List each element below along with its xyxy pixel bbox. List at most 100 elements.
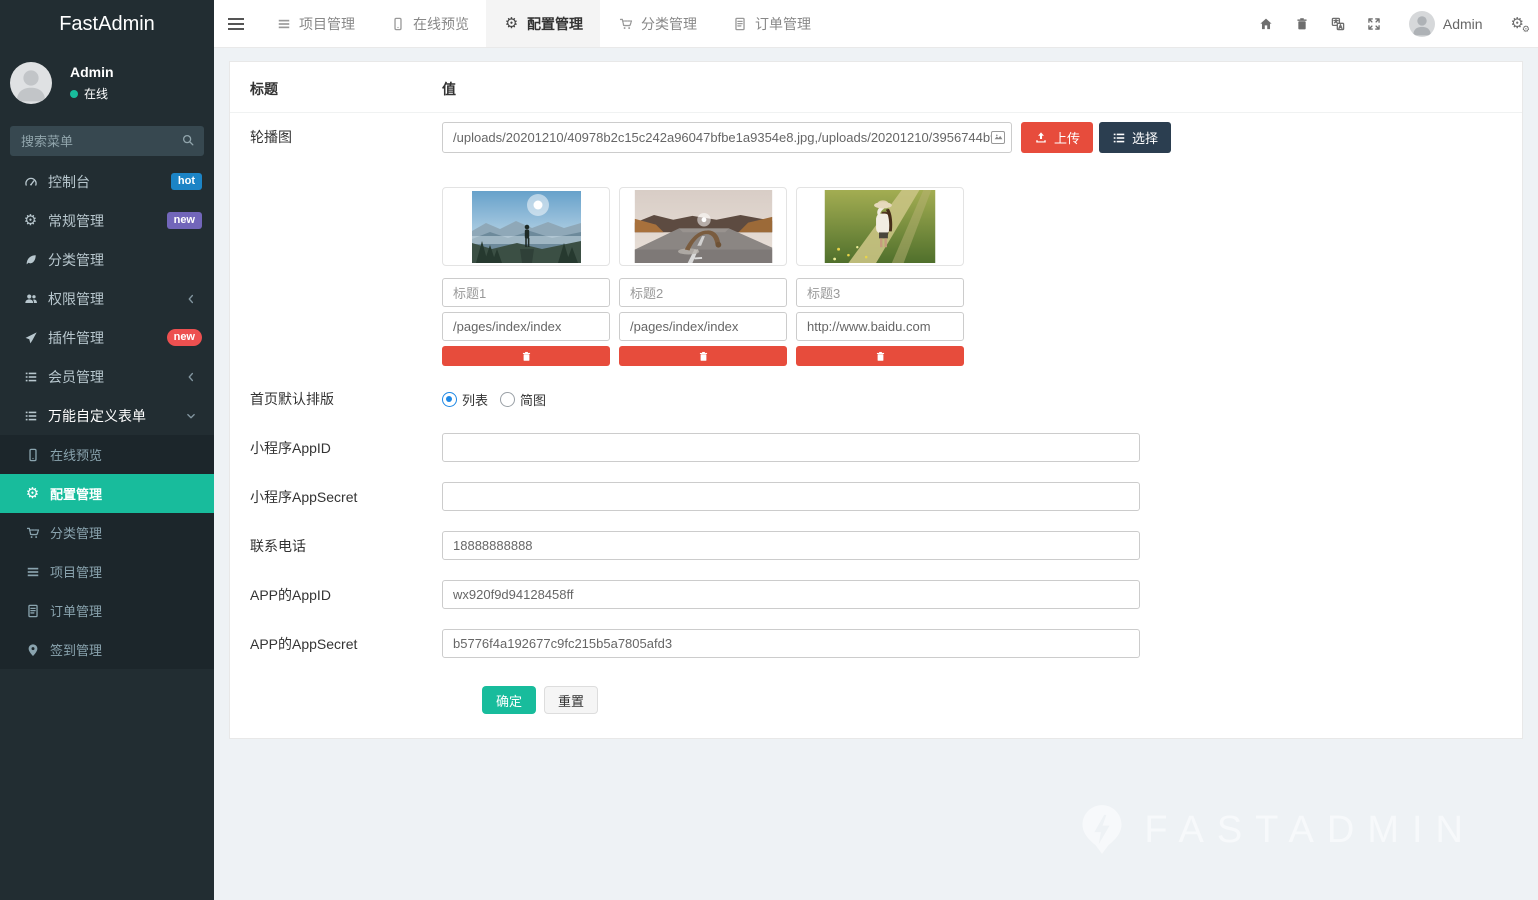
user-menu[interactable]: Admin bbox=[1401, 11, 1483, 37]
file-icon bbox=[731, 17, 748, 31]
upload-button[interactable]: 上传 bbox=[1021, 122, 1093, 153]
user-panel: Admin 在线 bbox=[0, 48, 214, 116]
delete-image-button-1[interactable] bbox=[442, 346, 610, 366]
app-logo[interactable]: FastAdmin bbox=[0, 0, 214, 48]
fastadmin-logo-icon bbox=[1080, 804, 1124, 856]
sidebar-search bbox=[10, 126, 204, 156]
sidebar-item-member[interactable]: 会员管理 bbox=[0, 357, 214, 396]
delete-image-button-3[interactable] bbox=[796, 346, 964, 366]
bars-icon bbox=[275, 17, 292, 31]
sidebar-menu: 控制台 hot ⚙ 常规管理 new 分类管理 权限管理 插件管理 new 会员… bbox=[0, 162, 214, 669]
field-row-miniapp-appsecret: 小程序AppSecret bbox=[230, 473, 1522, 522]
new-badge: new bbox=[167, 212, 202, 229]
sidebar-item-auth[interactable]: 权限管理 bbox=[0, 279, 214, 318]
cart-icon bbox=[617, 17, 634, 31]
reset-button[interactable]: 重置 bbox=[544, 686, 598, 714]
leaf-icon bbox=[22, 253, 39, 267]
sidebar-subitem-order[interactable]: 订单管理 bbox=[0, 591, 214, 630]
sidebar-item-customform[interactable]: 万能自定义表单 bbox=[0, 396, 214, 435]
config-panel: 标题 值 轮播图 /uploads/20201210/40978b2c15c24… bbox=[229, 61, 1523, 739]
sidebar-subitem-category[interactable]: 分类管理 bbox=[0, 513, 214, 552]
mobile-icon bbox=[389, 17, 406, 31]
carousel-card-2 bbox=[619, 187, 787, 366]
nav-tabs: 项目管理 在线预览 ⚙ 配置管理 分类管理 订单管理 bbox=[258, 0, 828, 47]
sidebar: FastAdmin Admin 在线 控制台 hot ⚙ 常规管理 new bbox=[0, 0, 214, 900]
field-row-phone: 联系电话 bbox=[230, 522, 1522, 571]
carousel-url-input-3[interactable] bbox=[796, 312, 964, 341]
carousel-value-input[interactable]: /uploads/20201210/40978b2c15c242a96047bf… bbox=[442, 122, 1012, 153]
field-label: 轮播图 bbox=[250, 122, 442, 366]
online-status-dot bbox=[70, 90, 78, 98]
trash-icon[interactable] bbox=[1295, 17, 1309, 31]
list-alt-icon bbox=[22, 409, 39, 423]
choose-button[interactable]: 选择 bbox=[1099, 122, 1171, 153]
miniapp-appid-input[interactable] bbox=[442, 433, 1140, 462]
delete-image-button-2[interactable] bbox=[619, 346, 787, 366]
carousel-image-mountain[interactable] bbox=[442, 187, 610, 266]
file-icon bbox=[24, 604, 41, 618]
miniapp-appsecret-input[interactable] bbox=[442, 482, 1140, 511]
carousel-title-input-1[interactable] bbox=[442, 278, 610, 307]
sidebar-item-addon[interactable]: 插件管理 new bbox=[0, 318, 214, 357]
sidebar-item-general[interactable]: ⚙ 常规管理 new bbox=[0, 201, 214, 240]
sidebar-subitem-project[interactable]: 项目管理 bbox=[0, 552, 214, 591]
chevron-down-icon bbox=[184, 409, 198, 423]
menu-search-input[interactable] bbox=[10, 126, 204, 156]
radio-list[interactable] bbox=[442, 392, 457, 407]
trash-icon bbox=[875, 351, 886, 362]
main-content: 标题 值 轮播图 /uploads/20201210/40978b2c15c24… bbox=[214, 48, 1538, 900]
field-row-miniapp-appid: 小程序AppID bbox=[230, 424, 1522, 473]
field-row-app-appsecret: APP的AppSecret bbox=[230, 620, 1522, 669]
map-marker-icon bbox=[24, 643, 41, 657]
carousel-title-input-2[interactable] bbox=[619, 278, 787, 307]
carousel-card-3 bbox=[796, 187, 964, 366]
fullscreen-icon[interactable] bbox=[1367, 17, 1381, 31]
sidebar-item-category[interactable]: 分类管理 bbox=[0, 240, 214, 279]
settings-cogs-icon[interactable]: ⚙⚙ bbox=[1511, 16, 1524, 31]
carousel-url-input-1[interactable] bbox=[442, 312, 610, 341]
cogs-icon: ⚙ bbox=[22, 213, 39, 228]
sidebar-toggle-button[interactable] bbox=[214, 0, 258, 47]
list-icon bbox=[22, 370, 39, 384]
carousel-url-input-2[interactable] bbox=[619, 312, 787, 341]
topbar: 项目管理 在线预览 ⚙ 配置管理 分类管理 订单管理 Admin ⚙⚙ bbox=[214, 0, 1538, 48]
carousel-image-field[interactable] bbox=[796, 187, 964, 266]
submit-button[interactable]: 确定 bbox=[482, 686, 536, 714]
tab-order[interactable]: 订单管理 bbox=[714, 0, 828, 47]
tab-config[interactable]: ⚙ 配置管理 bbox=[486, 0, 600, 47]
users-icon bbox=[22, 292, 39, 306]
user-name: Admin bbox=[70, 64, 114, 80]
cart-icon bbox=[24, 526, 41, 540]
app-appid-input[interactable] bbox=[442, 580, 1140, 609]
tab-category[interactable]: 分类管理 bbox=[600, 0, 714, 47]
mobile-icon bbox=[24, 448, 41, 462]
list-icon bbox=[1112, 131, 1126, 145]
tachometer-icon bbox=[22, 175, 39, 189]
radio-simple[interactable] bbox=[500, 392, 515, 407]
gear-icon: ⚙ bbox=[503, 16, 520, 31]
home-icon[interactable] bbox=[1259, 17, 1273, 31]
trash-icon bbox=[698, 351, 709, 362]
field-label: 小程序AppID bbox=[250, 433, 442, 464]
carousel-row: 轮播图 /uploads/20201210/40978b2c15c242a960… bbox=[230, 113, 1522, 375]
app-appsecret-input[interactable] bbox=[442, 629, 1140, 658]
trash-icon bbox=[521, 351, 532, 362]
hot-badge: hot bbox=[171, 173, 202, 190]
field-label: 首页默认排版 bbox=[250, 384, 442, 415]
phone-input[interactable] bbox=[442, 531, 1140, 560]
carousel-image-road[interactable] bbox=[619, 187, 787, 266]
tab-project[interactable]: 项目管理 bbox=[258, 0, 372, 47]
sidebar-subitem-config[interactable]: ⚙ 配置管理 bbox=[0, 474, 214, 513]
sidebar-subitem-signin[interactable]: 签到管理 bbox=[0, 630, 214, 669]
sidebar-subitem-preview[interactable]: 在线预览 bbox=[0, 435, 214, 474]
carousel-title-input-3[interactable] bbox=[796, 278, 964, 307]
translate-icon[interactable] bbox=[1331, 17, 1345, 31]
table-header: 标题 值 bbox=[230, 62, 1522, 113]
field-label: 小程序AppSecret bbox=[250, 482, 442, 513]
form-actions: 确定 重置 bbox=[230, 669, 1522, 738]
tab-preview[interactable]: 在线预览 bbox=[372, 0, 486, 47]
chevron-left-icon bbox=[184, 292, 198, 306]
gear-icon: ⚙ bbox=[24, 486, 41, 501]
sidebar-item-dashboard[interactable]: 控制台 hot bbox=[0, 162, 214, 201]
field-row-app-appid: APP的AppID bbox=[230, 571, 1522, 620]
